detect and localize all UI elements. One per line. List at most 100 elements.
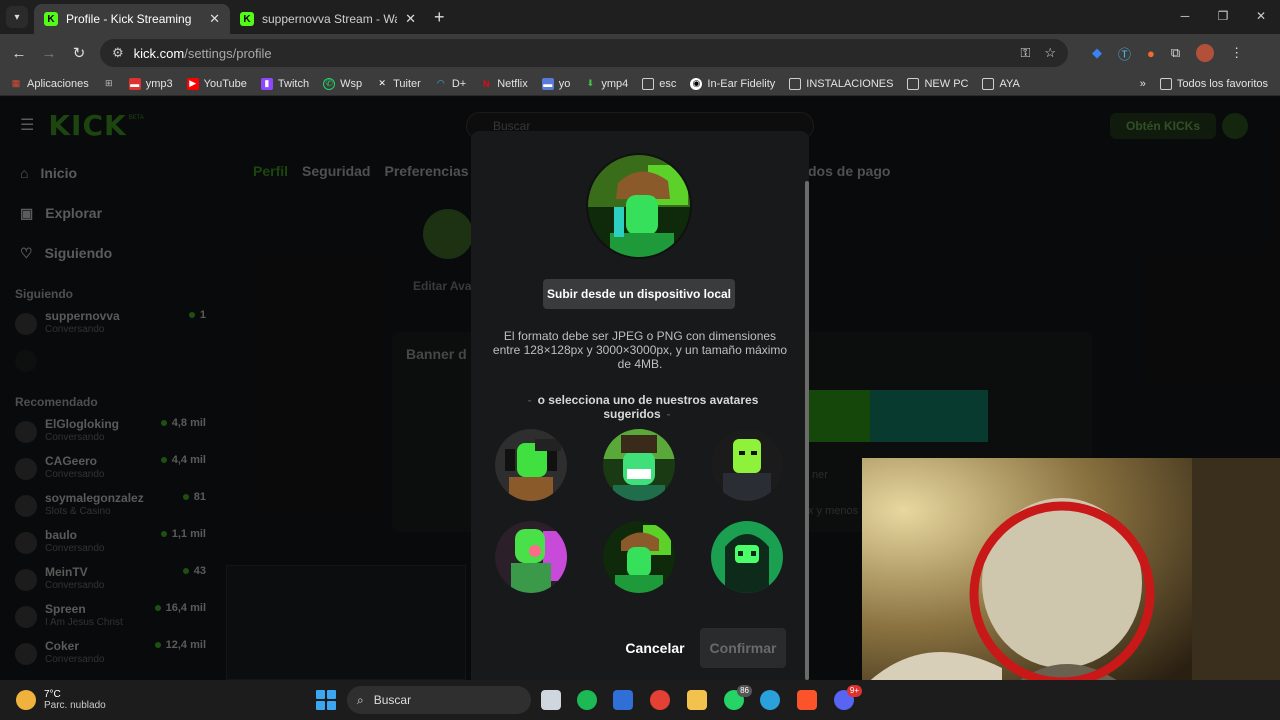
close-tab-icon[interactable]: ✕ (209, 11, 220, 27)
bookmarks-bar: ▦ Aplicaciones ⊞ ▬ ymp3 ▶ YouTube ▮ Twitch ✆… (0, 72, 1280, 96)
new-tab-icon[interactable]: + (434, 7, 445, 28)
search-icon: ⌕ (357, 692, 364, 707)
taskbar-search[interactable]: ⌕ Buscar (347, 686, 531, 714)
bookmark-esc[interactable]: esc (642, 77, 676, 90)
extension-translate-icon[interactable]: Ⓣ (1118, 44, 1131, 63)
folder-icon (642, 77, 655, 90)
suggested-avatar-1[interactable] (495, 429, 567, 501)
extension-orange-icon[interactable]: ● (1147, 46, 1155, 61)
bookmark-disney-plus[interactable]: ◠ D+ (435, 78, 466, 90)
format-requirements-text: El formato debe ser JPEG o PNG con dimen… (492, 329, 788, 371)
whatsapp-icon: ✆ (323, 77, 336, 90)
bookmark-star-icon[interactable]: ☆ (1044, 45, 1056, 61)
browser-toolbar: ← → ↻ ⚙ kick.com/settings/profile ⚿ ☆ ◆ … (0, 34, 1280, 72)
tab-search-button[interactable]: ▾ (6, 6, 28, 28)
suggested-avatar-4[interactable] (495, 521, 567, 593)
confirm-button[interactable]: Confirmar (700, 628, 786, 668)
tab-title: Profile - Kick Streaming (66, 12, 192, 26)
suggested-avatar-6[interactable] (711, 521, 783, 593)
back-icon[interactable]: ← (4, 45, 34, 62)
globe-icon: ◉ (690, 77, 703, 90)
disney-plus-icon: ◠ (436, 78, 445, 88)
maximize-icon[interactable]: ❐ (1204, 0, 1242, 32)
url-text: kick.com/settings/profile (133, 45, 272, 61)
browser-menu-icon[interactable]: ⋮ (1230, 45, 1243, 61)
twitch-icon: ▮ (260, 77, 273, 90)
task-view-icon[interactable] (541, 690, 561, 710)
cancel-button[interactable]: Cancelar (617, 631, 693, 665)
forward-icon[interactable]: → (34, 45, 64, 62)
address-bar[interactable]: ⚙ kick.com/settings/profile ⚿ ☆ (100, 39, 1068, 67)
bookmark-instalaciones[interactable]: INSTALACIONES (789, 77, 893, 90)
whatsapp-unread-badge: 86 (737, 685, 752, 697)
tab-title: suppernovva Stream - Watch Li (262, 12, 397, 26)
suggested-avatar-2[interactable] (603, 429, 675, 501)
weather-condition: Parc. nublado (44, 700, 106, 711)
bookmark-ymp4[interactable]: ⬇ ymp4 (584, 78, 629, 90)
minimize-icon[interactable]: ─ (1166, 0, 1204, 32)
avatar-modal: Subir desde un dispositivo local El form… (471, 131, 809, 680)
reload-icon[interactable]: ↻ (64, 44, 94, 62)
spotify-icon[interactable] (577, 690, 597, 710)
browser-tab-strip: ▾ K Profile - Kick Streaming ✕ K suppern… (0, 0, 1280, 34)
brave-icon[interactable] (797, 690, 817, 710)
bookmark-yo[interactable]: ▬ yo (541, 77, 570, 90)
bookmark-new-pc[interactable]: NEW PC (907, 77, 968, 90)
folder-icon (907, 77, 920, 90)
netflix-icon: N (482, 78, 490, 89)
site-info-icon[interactable]: ⚙ (112, 45, 124, 61)
all-bookmarks-button[interactable]: Todos los favoritos (1159, 77, 1268, 90)
more-bookmarks-button[interactable]: » (1140, 78, 1146, 90)
folder-icon (982, 77, 995, 90)
weather-widget[interactable]: 7°C Parc. nublado (16, 689, 316, 711)
extension-blue-icon[interactable]: ◆ (1092, 45, 1102, 61)
browser-tab-profile[interactable]: K Profile - Kick Streaming ✕ (34, 4, 230, 34)
discord-icon[interactable]: 9+ (834, 685, 862, 710)
temperature: 7°C (44, 689, 61, 700)
password-key-icon[interactable]: ⚿ (1020, 45, 1030, 61)
ymp3-icon: ▬ (128, 77, 141, 90)
partly-cloudy-icon (16, 690, 36, 710)
bookmark-twitch[interactable]: ▮ Twitch (260, 77, 309, 90)
current-avatar-preview (586, 153, 692, 259)
grid-icon: ⊞ (104, 78, 113, 88)
suggested-avatar-5[interactable] (603, 521, 675, 593)
suggested-avatars-label: o selecciona uno de nuestros avatares su… (491, 393, 789, 421)
whatsapp-taskbar-icon[interactable]: 86 (724, 685, 752, 710)
yo-icon: ▬ (541, 77, 554, 90)
profile-avatar-icon[interactable] (1196, 44, 1215, 62)
kick-favicon-icon: K (44, 12, 58, 26)
download-icon: ⬇ (586, 78, 595, 88)
microsoft-store-icon[interactable] (613, 690, 633, 710)
windows-taskbar: 7°C Parc. nublado ⌕ Buscar 86 9+ (0, 680, 1280, 720)
discord-unread-badge: 9+ (846, 685, 862, 697)
telegram-icon[interactable] (760, 690, 780, 710)
folder-icon (1159, 77, 1172, 90)
folder-icon (789, 77, 802, 90)
bookmark-aplicaciones[interactable]: ▦ Aplicaciones (10, 78, 89, 90)
suggested-avatars-grid (495, 429, 785, 595)
suggested-avatar-3[interactable] (711, 429, 783, 501)
bookmark-tuiter[interactable]: ✕ Tuiter (376, 78, 421, 90)
apps-grid-icon: ▦ (11, 78, 21, 88)
bookmark-aya[interactable]: AYA (982, 77, 1020, 90)
bookmark-grid[interactable]: ⊞ (103, 78, 115, 90)
windows-start-icon[interactable] (316, 690, 336, 710)
browser-tab-stream[interactable]: K suppernovva Stream - Watch Li ✕ (230, 4, 426, 34)
kick-favicon-icon: K (240, 12, 254, 26)
bookmark-ymp3[interactable]: ▬ ymp3 (128, 77, 173, 90)
extensions-puzzle-icon[interactable]: ⧉ (1171, 45, 1180, 61)
close-window-icon[interactable]: ✕ (1242, 0, 1280, 32)
modal-scrollbar[interactable] (805, 181, 809, 680)
file-explorer-icon[interactable] (687, 690, 707, 710)
bookmark-wsp[interactable]: ✆ Wsp (323, 77, 362, 90)
bookmark-in-ear-fidelity[interactable]: ◉ In-Ear Fidelity (690, 77, 775, 90)
x-icon: ✕ (378, 78, 386, 88)
upload-local-button[interactable]: Subir desde un dispositivo local (543, 279, 735, 309)
close-tab-icon[interactable]: ✕ (405, 11, 416, 27)
bookmark-netflix[interactable]: N Netflix (480, 78, 528, 90)
bookmark-youtube[interactable]: ▶ YouTube (186, 77, 247, 90)
youtube-icon: ▶ (186, 77, 199, 90)
chrome-icon[interactable] (650, 690, 670, 710)
window-controls: ─ ❐ ✕ (1166, 0, 1280, 32)
